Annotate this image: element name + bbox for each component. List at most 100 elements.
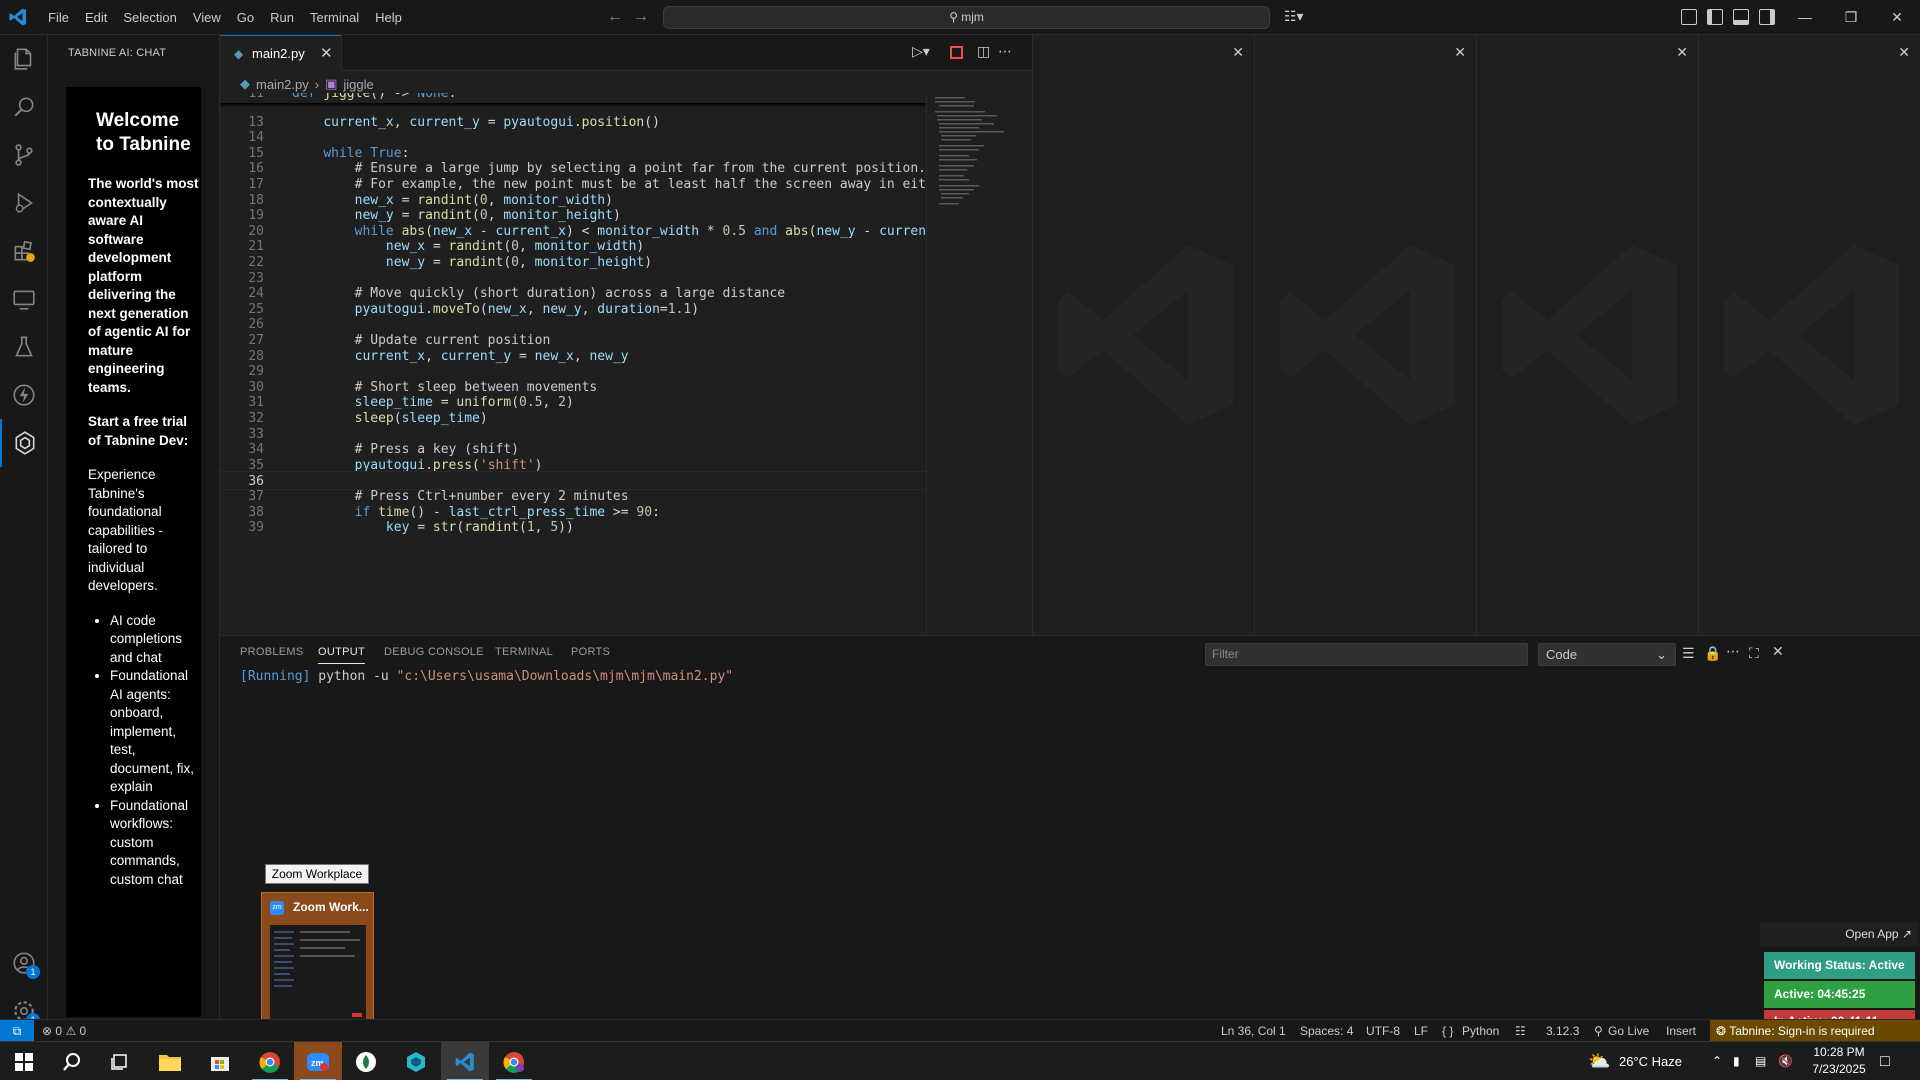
language-mode[interactable]: Python <box>1462 1020 1499 1042</box>
tab-terminal[interactable]: TERMINAL <box>495 646 553 658</box>
close-window-icon[interactable]: ✕ <box>1874 0 1920 35</box>
menu-edit[interactable]: Edit <box>77 0 115 35</box>
microsoft-store-icon[interactable] <box>196 1042 244 1080</box>
toggle-panel-icon[interactable] <box>1733 9 1749 25</box>
accounts-icon[interactable]: 1 <box>0 939 48 987</box>
lock-icon[interactable]: 🔒 <box>1704 645 1721 662</box>
search-text: mjm <box>961 10 984 24</box>
network-icon[interactable]: ▤ <box>1755 1042 1766 1080</box>
explorer-icon[interactable] <box>0 35 48 83</box>
split-editor-icon[interactable]: ◫ <box>977 43 990 60</box>
toggle-secondary-sidebar-icon[interactable] <box>1759 9 1775 25</box>
list-icon[interactable]: ☰ <box>1682 645 1695 662</box>
tab-ports[interactable]: PORTS <box>571 646 610 658</box>
close-group-icon[interactable]: ✕ <box>1676 44 1688 61</box>
lightning-icon[interactable] <box>0 371 48 419</box>
tab-problems[interactable]: PROBLEMS <box>240 646 304 658</box>
close-group-icon[interactable]: ✕ <box>1898 44 1910 61</box>
more-actions-icon[interactable]: ⋯ <box>1726 643 1740 660</box>
vscode-taskbar-icon[interactable] <box>441 1042 489 1080</box>
remote-indicator-icon[interactable]: ⧉ <box>0 1020 34 1041</box>
task-view-icon[interactable] <box>96 1042 144 1080</box>
end-of-line[interactable]: LF <box>1414 1020 1428 1042</box>
back-arrow-icon[interactable]: ← <box>607 8 623 26</box>
source-control-icon[interactable] <box>0 131 48 179</box>
go-live-button[interactable]: Go Live <box>1608 1020 1649 1042</box>
restore-icon[interactable]: ❐ <box>1828 0 1874 35</box>
windows-taskbar: zm ⛅ 26°C Haze ⌃ ▮ ▤ 🔇 10:28 PM 7/23/202… <box>0 1041 1920 1080</box>
menu-terminal[interactable]: Terminal <box>302 0 367 35</box>
cursor-position[interactable]: Ln 36, Col 1 <box>1221 1020 1286 1042</box>
breadcrumb-symbol[interactable]: jiggle <box>343 77 373 92</box>
editor-group-empty: ✕ <box>1254 35 1476 635</box>
battery-icon[interactable]: ▮ <box>1733 1042 1740 1080</box>
copilot-status-icon[interactable]: ☷ <box>1515 1020 1526 1042</box>
code-line[interactable]: 39 key = str(randint(1, 5)) <box>220 518 926 537</box>
code-editor[interactable]: 11 def jiggle() -> None: 13 current_x, cur… <box>220 93 926 635</box>
clock[interactable]: 10:28 PM 7/23/2025 <box>1808 1044 1870 1078</box>
volume-muted-icon[interactable]: 🔇 <box>1778 1042 1793 1080</box>
vscode-logo-icon <box>8 7 28 27</box>
tabnine-icon[interactable] <box>0 419 48 467</box>
zoom-window-preview[interactable]: zm Zoom Work... <box>261 892 374 1040</box>
taskbar-search-icon[interactable] <box>48 1042 96 1080</box>
app-teal-icon[interactable] <box>392 1042 440 1080</box>
notifications-icon[interactable]: □ <box>1880 1042 1890 1080</box>
toggle-primary-sidebar-icon[interactable] <box>1707 9 1723 25</box>
title-bar: File Edit Selection View Go Run Terminal… <box>0 0 1920 35</box>
close-panel-icon[interactable]: ✕ <box>1772 643 1784 660</box>
stop-icon[interactable] <box>950 46 963 59</box>
close-group-icon[interactable]: ✕ <box>1454 44 1466 61</box>
search-view-icon[interactable] <box>0 83 48 131</box>
channel-value: Code <box>1546 647 1578 662</box>
tab-main2-py[interactable]: ◆ main2.py ✕ <box>220 35 342 71</box>
encoding[interactable]: UTF-8 <box>1366 1020 1400 1042</box>
app-green-icon[interactable] <box>342 1042 390 1080</box>
remote-explorer-icon[interactable] <box>0 275 48 323</box>
weather-icon[interactable]: ⛅ <box>1588 1042 1610 1080</box>
code-line[interactable]: 11 def jiggle() -> None: <box>220 93 926 103</box>
copilot-icon[interactable]: ☷▾ <box>1284 8 1304 25</box>
tab-label: main2.py <box>252 46 305 61</box>
minimize-icon[interactable]: — <box>1782 0 1828 35</box>
chrome-profile-icon[interactable] <box>490 1042 538 1080</box>
output-filter-input[interactable]: Filter <box>1205 643 1528 666</box>
chrome-icon[interactable] <box>246 1042 294 1080</box>
tray-chevron-icon[interactable]: ⌃ <box>1712 1042 1722 1080</box>
python-version[interactable]: 3.12.3 <box>1546 1020 1579 1042</box>
testing-icon[interactable] <box>0 323 48 371</box>
more-actions-icon[interactable]: ⋯ <box>998 43 1012 60</box>
file-explorer-icon[interactable] <box>146 1042 194 1080</box>
bottom-panel: PROBLEMS OUTPUT DEBUG CONSOLE TERMINAL P… <box>220 635 1920 1019</box>
menu-help[interactable]: Help <box>367 0 410 35</box>
menu-bar: File Edit Selection View Go Run Terminal… <box>40 0 410 35</box>
close-group-icon[interactable]: ✕ <box>1232 44 1244 61</box>
zoom-taskbar-icon[interactable]: zm <box>294 1042 342 1080</box>
minimap[interactable] <box>926 93 1026 635</box>
command-center-search[interactable]: ⚲ mjm <box>663 6 1270 29</box>
tab-debug-console[interactable]: DEBUG CONSOLE <box>384 646 484 658</box>
indentation[interactable]: Spaces: 4 <box>1300 1020 1353 1042</box>
tab-output[interactable]: OUTPUT <box>318 646 366 664</box>
menu-file[interactable]: File <box>40 0 77 35</box>
tabnine-status[interactable]: ❂ Tabnine: Sign-in is required <box>1710 1020 1920 1041</box>
python-file-icon: ◆ <box>240 76 250 91</box>
problems-indicator[interactable]: ⊗ 0 ⚠ 0 <box>42 1020 86 1042</box>
menu-view[interactable]: View <box>185 0 229 35</box>
customize-layout-icon[interactable] <box>1681 9 1697 25</box>
run-debug-icon[interactable] <box>0 179 48 227</box>
extensions-icon[interactable] <box>0 227 48 275</box>
maximize-panel-icon[interactable]: ⛶ <box>1749 645 1759 662</box>
windows-start-icon[interactable] <box>0 1042 48 1080</box>
menu-run[interactable]: Run <box>262 0 302 35</box>
open-app-button[interactable]: Open App ↗ <box>1760 922 1918 946</box>
sidebar: TABNINE AI: CHAT Welcome to Tabnine The … <box>48 35 220 1019</box>
breadcrumb-file[interactable]: main2.py <box>256 77 309 92</box>
menu-go[interactable]: Go <box>229 0 262 35</box>
menu-selection[interactable]: Selection <box>115 0 184 35</box>
run-file-icon[interactable]: ▷▾ <box>912 43 930 60</box>
close-tab-icon[interactable]: ✕ <box>320 44 333 62</box>
weather-text[interactable]: 26°C Haze <box>1619 1042 1682 1080</box>
output-channel-select[interactable]: Code ⌄ <box>1538 643 1676 666</box>
forward-arrow-icon[interactable]: → <box>633 8 649 26</box>
